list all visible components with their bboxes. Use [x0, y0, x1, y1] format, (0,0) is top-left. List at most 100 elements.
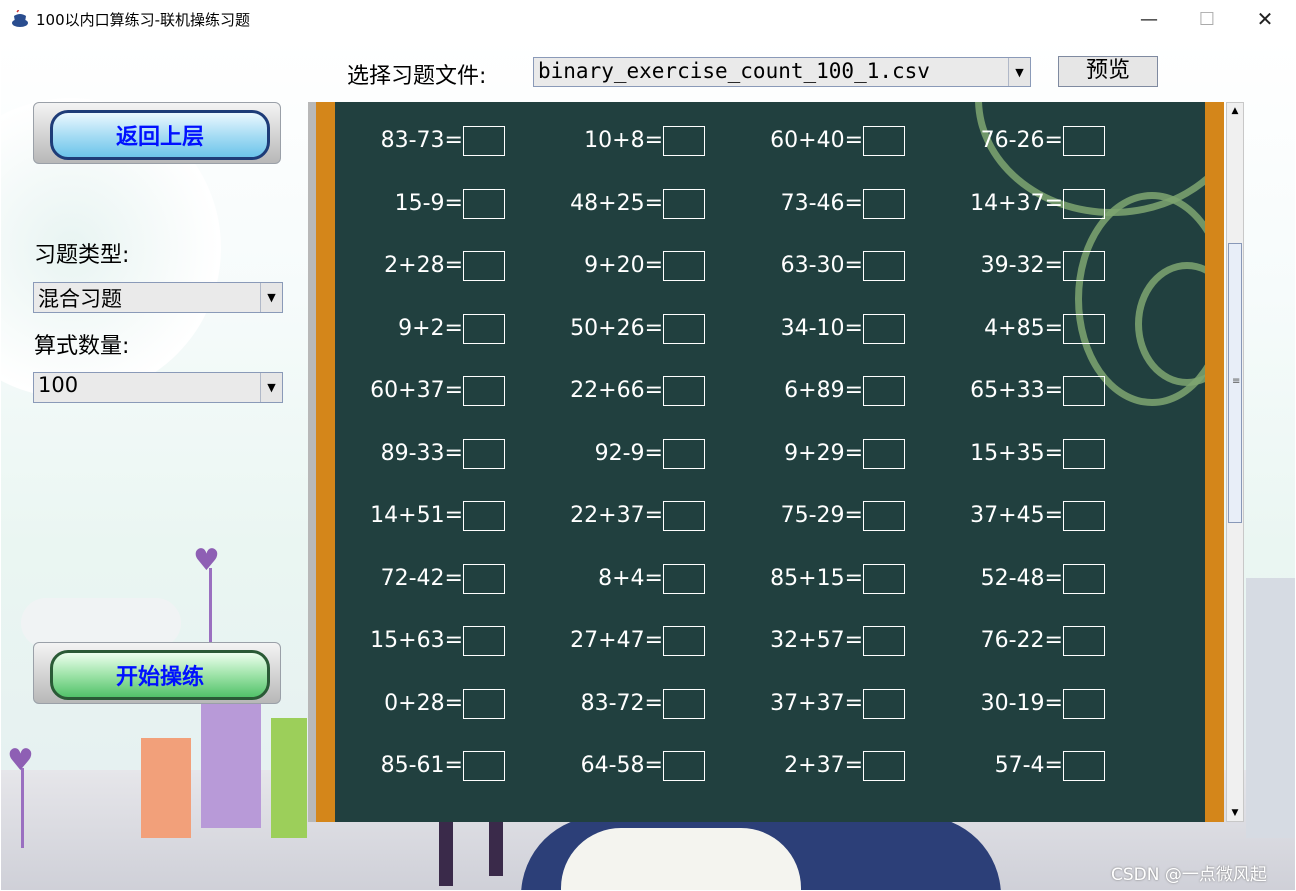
answer-input[interactable]: [1063, 688, 1105, 719]
answer-input[interactable]: [663, 438, 705, 469]
maximize-button[interactable]: ☐: [1178, 0, 1236, 38]
answer-input[interactable]: [663, 563, 705, 594]
start-practice-button[interactable]: 开始操练: [33, 642, 281, 704]
answer-input[interactable]: [463, 751, 505, 781]
answer-input[interactable]: [663, 313, 705, 344]
equation-text: 15+35=: [970, 440, 1063, 466]
answer-input[interactable]: [1063, 126, 1105, 156]
equation-text: 37+45=: [970, 503, 1063, 528]
answer-input[interactable]: [1063, 188, 1105, 219]
formula-count-dropdown[interactable]: 100 ▼: [33, 372, 283, 403]
answer-input[interactable]: [663, 188, 705, 219]
answer-input[interactable]: [863, 126, 905, 156]
answer-input[interactable]: [863, 688, 905, 719]
window-title: 100以内口算练习-联机操练习题: [36, 11, 251, 29]
flower-stem: [21, 768, 24, 848]
equation-text: 0+28=: [384, 690, 463, 716]
equation-text: 83-72=: [580, 690, 663, 716]
equation-text: 85-61=: [380, 753, 463, 778]
file-select-value: binary_exercise_count_100_1.csv: [538, 59, 930, 83]
background-building: [141, 738, 191, 838]
answer-input[interactable]: [863, 563, 905, 594]
equation-text: 34-10=: [780, 315, 863, 341]
answer-input[interactable]: [863, 376, 905, 406]
equation-text: 2+37=: [784, 753, 863, 778]
equation-text: 2+28=: [384, 253, 463, 278]
answer-input[interactable]: [463, 626, 505, 656]
answer-input[interactable]: [463, 688, 505, 719]
chevron-down-icon[interactable]: ▼: [260, 373, 282, 402]
exercise-row: 89-33= 92-9= 9+29= 15+35=: [335, 437, 1205, 471]
equation-text: 83-73=: [380, 128, 463, 153]
answer-input[interactable]: [463, 376, 505, 406]
answer-input[interactable]: [663, 688, 705, 719]
equation-text: 63-30=: [780, 253, 863, 278]
back-button-label: 返回上层: [50, 110, 270, 160]
answer-input[interactable]: [863, 751, 905, 781]
answer-input[interactable]: [663, 376, 705, 406]
heart-flower-icon: ♥: [7, 743, 34, 778]
equation-text: 48+25=: [570, 190, 663, 216]
title-bar: 100以内口算练习-联机操练习题 — ☐ ✕: [0, 0, 1296, 38]
answer-input[interactable]: [1063, 751, 1105, 781]
exercise-type-label: 习题类型:: [34, 243, 130, 268]
board-edge: [308, 102, 316, 822]
close-button[interactable]: ✕: [1236, 0, 1294, 38]
exercise-type-dropdown[interactable]: 混合习题 ▼: [33, 282, 283, 313]
answer-input[interactable]: [463, 501, 505, 531]
answer-input[interactable]: [863, 626, 905, 656]
answer-input[interactable]: [1063, 251, 1105, 281]
answer-input[interactable]: [663, 751, 705, 781]
answer-input[interactable]: [463, 313, 505, 344]
answer-input[interactable]: [1063, 626, 1105, 656]
answer-input[interactable]: [863, 313, 905, 344]
scroll-down-icon[interactable]: ▼: [1227, 805, 1243, 821]
equation-text: 89-33=: [380, 440, 463, 466]
answer-input[interactable]: [1063, 376, 1105, 406]
minimize-button[interactable]: —: [1120, 0, 1178, 38]
answer-input[interactable]: [1063, 313, 1105, 344]
background-tree: [1246, 578, 1295, 838]
answer-input[interactable]: [463, 438, 505, 469]
scroll-up-icon[interactable]: ▲: [1227, 103, 1243, 119]
exercise-row: 60+37= 22+66= 6+89= 65+33=: [335, 374, 1205, 408]
answer-input[interactable]: [1063, 501, 1105, 531]
answer-input[interactable]: [463, 188, 505, 219]
heart-flower-icon: ♥: [193, 543, 220, 578]
java-cup-icon: [12, 10, 28, 27]
equation-text: 76-26=: [980, 128, 1063, 153]
answer-input[interactable]: [863, 251, 905, 281]
equation-text: 9+20=: [584, 253, 663, 278]
exercise-row: 83-73= 10+8= 60+40= 76-26=: [335, 124, 1205, 158]
answer-input[interactable]: [463, 251, 505, 281]
answer-input[interactable]: [463, 126, 505, 156]
background-figure: [489, 816, 503, 876]
scrollbar-thumb[interactable]: ≡: [1228, 243, 1242, 523]
answer-input[interactable]: [663, 501, 705, 531]
equation-text: 57-4=: [994, 753, 1063, 778]
exercise-type-value: 混合习题: [38, 287, 122, 311]
background-building: [201, 688, 261, 828]
equation-text: 32+57=: [770, 628, 863, 653]
answer-input[interactable]: [1063, 563, 1105, 594]
chevron-down-icon[interactable]: ▼: [260, 283, 282, 312]
equation-text: 22+37=: [570, 503, 663, 528]
answer-input[interactable]: [663, 251, 705, 281]
answer-input[interactable]: [663, 626, 705, 656]
answer-input[interactable]: [863, 501, 905, 531]
file-select-dropdown[interactable]: binary_exercise_count_100_1.csv ▼: [533, 57, 1031, 87]
formula-count-label: 算式数量:: [34, 334, 130, 359]
answer-input[interactable]: [663, 126, 705, 156]
answer-input[interactable]: [863, 188, 905, 219]
answer-input[interactable]: [463, 563, 505, 594]
exercise-row: 85-61= 64-58= 2+37= 57-4=: [335, 749, 1205, 783]
exercise-row: 15-9= 48+25= 73-46= 14+37=: [335, 187, 1205, 221]
answer-input[interactable]: [1063, 438, 1105, 469]
back-button[interactable]: 返回上层: [33, 102, 281, 164]
chevron-down-icon[interactable]: ▼: [1008, 58, 1030, 86]
watermark: CSDN @一点微风起: [1111, 865, 1267, 885]
answer-input[interactable]: [863, 438, 905, 469]
preview-button[interactable]: 预览: [1058, 56, 1158, 87]
equation-text: 85+15=: [770, 565, 863, 591]
board-scrollbar[interactable]: ▲ ≡ ▼: [1226, 102, 1244, 822]
